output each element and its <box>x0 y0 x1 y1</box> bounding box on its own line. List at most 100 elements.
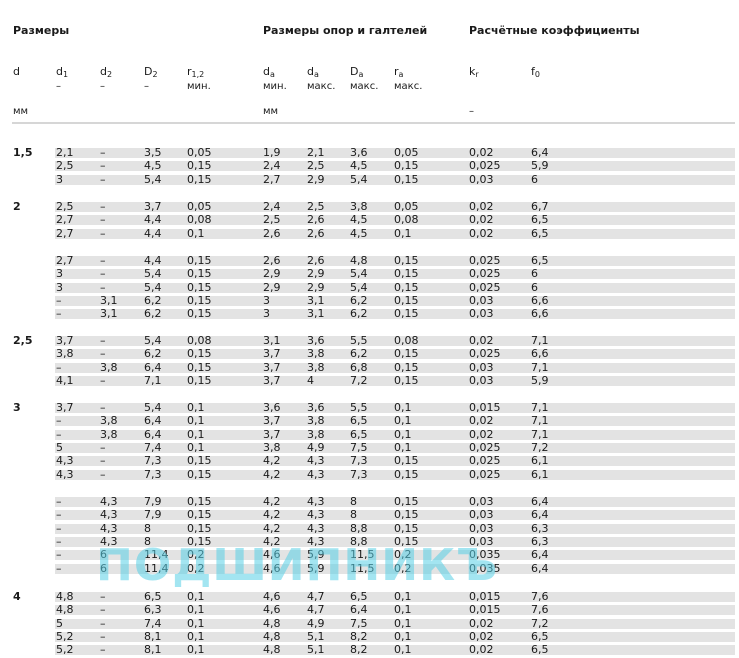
table-cell-D2: 6,4 <box>144 427 162 441</box>
table-cell-r12: 0,1 <box>187 643 205 657</box>
column-header-kr: kr <box>469 65 479 80</box>
table-cell-f0: 6,4 <box>531 548 549 562</box>
table-cell-da_max: 4 <box>307 373 314 387</box>
table-cell-d2: – <box>100 280 106 294</box>
table-cell-d2: – <box>100 254 106 267</box>
column-header-da_max: da макс. <box>307 65 336 93</box>
column-header-r12: r1,2 мин. <box>187 65 211 93</box>
table-cell-D2: 3,5 <box>144 146 162 159</box>
table-cell-r12: 0,15 <box>187 254 212 267</box>
table-cell-f0: 6,5 <box>531 213 549 227</box>
table-cell-f0: 7,1 <box>531 360 549 374</box>
table-cell-da_max: 4,3 <box>307 495 325 508</box>
table-cell-kr: 0,015 <box>469 401 501 414</box>
unit-factors: – <box>469 106 474 117</box>
table-cell-d1: – <box>56 561 62 575</box>
table-cell-d1: 3,7 <box>56 334 74 347</box>
table-cell-d1: 2,5 <box>56 200 74 213</box>
column-header-da_min: da мин. <box>263 65 287 93</box>
table-cell-ra_max: 0,05 <box>394 200 419 213</box>
table-cell-Da_max: 6,2 <box>350 293 368 307</box>
table-cell-r12: 0,15 <box>187 495 212 508</box>
table-cell-f0: 6 <box>531 267 538 281</box>
table-cell-f0: 7,1 <box>531 414 549 428</box>
table-cell-d1: 2,1 <box>56 146 74 159</box>
table-cell-f0: 6,1 <box>531 454 549 468</box>
table-cell-d2: 4,3 <box>100 521 118 535</box>
table-cell-ra_max: 0,15 <box>394 254 419 267</box>
table-cell-da_min: 2,7 <box>263 172 281 186</box>
table-cell-D2: 8,1 <box>144 629 162 643</box>
table-cell-f0: 7,1 <box>531 427 549 441</box>
table-cell-da_max: 2,6 <box>307 213 325 227</box>
table-cell-da_max: 2,5 <box>307 159 325 173</box>
table-cell-da_max: 3,6 <box>307 334 325 347</box>
table-cell-Da_max: 6,4 <box>350 603 368 617</box>
table-cell-ra_max: 0,15 <box>394 307 419 321</box>
table-cell-kr: 0,02 <box>469 414 494 428</box>
table-cell-d2: – <box>100 590 106 603</box>
table-cell-d2: – <box>100 373 106 387</box>
table-cell-ra_max: 0,15 <box>394 495 419 508</box>
table-cell-d1: – <box>56 534 62 548</box>
table-cell-ra_max: 0,1 <box>394 401 412 414</box>
table-cell-Da_max: 6,2 <box>350 347 368 361</box>
table-cell-r12: 0,15 <box>187 293 212 307</box>
table-cell-D2: 5,4 <box>144 334 162 347</box>
table-cell-da_min: 4,2 <box>263 495 281 508</box>
table-cell-da_max: 4,3 <box>307 467 325 481</box>
table-cell-r12: 0,15 <box>187 373 212 387</box>
table-cell-da_min: 3 <box>263 307 270 321</box>
table-cell-kr: 0,02 <box>469 146 494 159</box>
table-cell-Da_max: 8,2 <box>350 643 368 657</box>
table-cell-kr: 0,03 <box>469 307 494 321</box>
table-cell-ra_max: 0,15 <box>394 280 419 294</box>
table-cell-da_min: 3,6 <box>263 401 281 414</box>
table-cell-r12: 0,1 <box>187 603 205 617</box>
table-cell-f0: 7,2 <box>531 616 549 630</box>
table-cell-d1: 5 <box>56 440 63 454</box>
table-cell-Da_max: 7,3 <box>350 467 368 481</box>
table-cell-kr: 0,02 <box>469 334 494 347</box>
table-cell-da_max: 5,1 <box>307 643 325 657</box>
table-cell-d2: – <box>100 334 106 347</box>
table-cell-f0: 6,4 <box>531 146 549 159</box>
table-cell-r12: 0,15 <box>187 267 212 281</box>
table-cell-kr: 0,03 <box>469 521 494 535</box>
table-cell-kr: 0,02 <box>469 200 494 213</box>
table-cell-ra_max: 0,1 <box>394 414 412 428</box>
table-cell-f0: 5,9 <box>531 159 549 173</box>
table-cell-d1: 5,2 <box>56 629 74 643</box>
table-cell-d1: 4,8 <box>56 603 74 617</box>
table-cell-da_min: 3,8 <box>263 440 281 454</box>
table-cell-kr: 0,02 <box>469 213 494 227</box>
table-cell-kr: 0,015 <box>469 590 501 603</box>
table-cell-d2: – <box>100 603 106 617</box>
table-cell-f0: 7,6 <box>531 590 549 603</box>
table-cell-kr: 0,03 <box>469 373 494 387</box>
table-cell-kr: 0,025 <box>469 347 501 361</box>
table-cell-da_max: 3,8 <box>307 347 325 361</box>
table-cell-da_max: 4,7 <box>307 603 325 617</box>
table-cell-f0: 6,5 <box>531 629 549 643</box>
table-cell-kr: 0,02 <box>469 629 494 643</box>
table-cell-ra_max: 0,1 <box>394 629 412 643</box>
table-cell-ra_max: 0,08 <box>394 213 419 227</box>
table-cell-d1: 2,7 <box>56 213 74 227</box>
table-cell-d2: – <box>100 267 106 281</box>
column-header-d: d <box>13 65 20 78</box>
table-cell-D2: 7,4 <box>144 616 162 630</box>
table-cell-ra_max: 0,15 <box>394 454 419 468</box>
table-cell-d1: 4,3 <box>56 467 74 481</box>
table-cell-da_min: 3,7 <box>263 347 281 361</box>
table-cell-d2: 3,1 <box>100 293 118 307</box>
table-cell-d1: – <box>56 508 62 522</box>
table-cell-Da_max: 4,5 <box>350 159 368 173</box>
table-cell-kr: 0,02 <box>469 643 494 657</box>
table-cell-d2: – <box>100 347 106 361</box>
table-cell-r12: 0,15 <box>187 280 212 294</box>
table-cell-d1: 2,7 <box>56 226 74 240</box>
table-cell-f0: 6,7 <box>531 200 549 213</box>
table-cell-da_min: 3 <box>263 293 270 307</box>
table-cell-da_min: 4,8 <box>263 629 281 643</box>
